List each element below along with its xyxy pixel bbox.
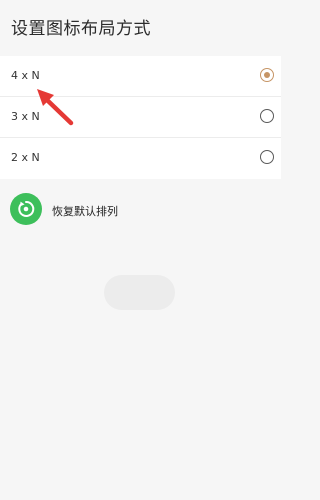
restore-icon (10, 193, 42, 225)
layout-option-label: 2 x N (11, 151, 40, 164)
page-title: 设置图标布局方式 (11, 19, 151, 39)
arrow-annotation-icon (37, 89, 74, 126)
radio-unselected-icon[interactable] (260, 150, 274, 164)
radio-unselected-icon[interactable] (260, 109, 274, 123)
layout-option-2xn[interactable]: 2 x N (0, 138, 281, 179)
restore-default-button[interactable]: 恢复默认排列 (0, 188, 281, 232)
restore-default-label: 恢复默认排列 (52, 205, 118, 218)
layout-option-label: 4 x N (11, 69, 40, 82)
pill-button[interactable] (104, 275, 175, 310)
radio-selected-icon[interactable] (260, 68, 274, 82)
